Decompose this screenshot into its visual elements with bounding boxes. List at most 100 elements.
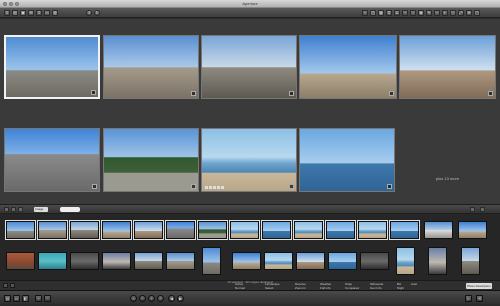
rating-down-icon[interactable]: − <box>139 295 146 302</box>
photo-brick-apartments[interactable] <box>103 35 199 99</box>
browser-toolbar: Image Date <box>0 205 500 216</box>
thumbnail[interactable] <box>5 220 36 240</box>
thumbnail[interactable] <box>389 220 420 240</box>
book-icon[interactable]: ▥ <box>52 10 58 16</box>
compare-icon[interactable]: ◫ <box>370 10 376 16</box>
photo-bus-at-park[interactable] <box>103 128 199 192</box>
grid-view-icon[interactable] <box>4 207 9 212</box>
photo-pier-at-sea[interactable] <box>201 128 297 192</box>
browser-options-icon[interactable] <box>480 207 485 212</box>
thumbnail[interactable] <box>458 221 487 239</box>
thumbnail[interactable] <box>424 221 453 239</box>
retouch-icon[interactable]: ✎ <box>426 10 432 16</box>
thumbnail[interactable] <box>202 247 221 275</box>
toolbar-right-group: ○ ◫ ▦ ⌗ ∠ ↑ ↓ ◉ ✎ ◌ ◐ ⓘ ⤢ ⊕ ▢ <box>362 10 480 16</box>
thumbnail[interactable] <box>165 220 196 240</box>
thumbnail[interactable] <box>134 252 163 270</box>
photo-tree-lined-road[interactable] <box>299 35 397 99</box>
next-icon[interactable]: ▶ <box>177 295 184 302</box>
print-icon[interactable]: ▭ <box>44 10 50 16</box>
thumbnail[interactable] <box>296 252 325 270</box>
photo-cafe-street-corner[interactable] <box>399 35 496 99</box>
viewer-pane: plus 13 more <box>0 19 500 205</box>
loupe-icon[interactable]: ○ <box>362 10 368 16</box>
add-icon[interactable]: + <box>35 295 42 302</box>
thumbnail[interactable] <box>293 220 324 240</box>
size-slider-icon[interactable] <box>470 207 475 212</box>
toolbar-rotate-group: ↺ ↻ <box>86 10 100 16</box>
inspect-icon[interactable]: ⓘ <box>450 10 456 16</box>
new-project-icon[interactable]: ▤ <box>12 10 18 16</box>
thumbnail[interactable] <box>396 247 415 275</box>
filmstrip-view-icon[interactable] <box>18 207 23 212</box>
badge-icon <box>191 184 196 189</box>
thumbnail[interactable] <box>133 220 164 240</box>
photo-pool-building[interactable] <box>4 35 100 99</box>
adjust-icon[interactable]: ◐ <box>442 10 448 16</box>
status-bar: 13 selected · 42 images displayed Active… <box>0 280 500 290</box>
light-table-icon[interactable]: ▢ <box>474 10 480 16</box>
select-icon[interactable]: ✓ <box>157 295 164 302</box>
rotate-left-icon[interactable]: ↺ <box>86 10 92 16</box>
new-album-icon[interactable]: ▣ <box>20 10 26 16</box>
crop-icon[interactable]: ⌗ <box>386 10 392 16</box>
thumbnail[interactable] <box>101 220 132 240</box>
badge-icon <box>191 91 196 96</box>
thumbnail[interactable] <box>102 252 131 270</box>
photo-beach-shore[interactable] <box>299 128 395 192</box>
browser-pane <box>0 214 500 280</box>
thumbnail[interactable] <box>325 220 356 240</box>
photo-bare-tree-street[interactable] <box>201 35 297 99</box>
badge-icon <box>91 90 96 95</box>
stamp-icon[interactable]: ↓ <box>410 10 416 16</box>
redeye-icon[interactable]: ◉ <box>418 10 424 16</box>
thumbnail[interactable] <box>360 252 389 270</box>
badge-icon <box>387 184 392 189</box>
search-input[interactable] <box>60 207 80 212</box>
remove-icon[interactable]: − <box>44 295 51 302</box>
loop-icon[interactable]: ⟲ <box>476 295 483 302</box>
thumbnail[interactable] <box>261 220 292 240</box>
thumbnail[interactable] <box>69 220 100 240</box>
thumbnail[interactable] <box>328 252 357 270</box>
thumbnail[interactable] <box>357 220 388 240</box>
sort-select[interactable]: Image Date <box>34 207 48 216</box>
previous-icon[interactable]: ◀ <box>168 295 175 302</box>
badge-icon <box>289 184 294 189</box>
zoom-icon[interactable]: ⊕ <box>466 10 472 16</box>
thumbnail[interactable] <box>229 220 260 240</box>
thumbnail[interactable] <box>428 247 447 275</box>
rating-stars <box>205 186 224 189</box>
straighten-icon[interactable]: ∠ <box>394 10 400 16</box>
spot-patch-icon[interactable]: ◌ <box>434 10 440 16</box>
rotate-right-icon[interactable]: ↻ <box>94 10 100 16</box>
thumbnail[interactable] <box>264 252 293 270</box>
list-view-icon[interactable] <box>11 207 16 212</box>
thumbnail[interactable] <box>70 252 99 270</box>
metadata-field[interactable]: Photo Description <box>466 283 492 289</box>
preset-button[interactable]: Auto <box>411 282 417 286</box>
thumbnail[interactable] <box>232 252 261 270</box>
thumbnail[interactable] <box>37 220 68 240</box>
main-toolbar: ↧ ▤ ▣ ✉ ↥ ▭ ▥ ↺ ↻ ○ ◫ ▦ ⌗ ∠ ↑ ↓ ◉ ✎ ◌ ◐ … <box>0 8 500 18</box>
thumbnail[interactable] <box>38 252 67 270</box>
stack-icon[interactable]: ▦ <box>378 10 384 16</box>
photo-stone-arch[interactable] <box>4 128 100 192</box>
badge-icon <box>488 91 493 96</box>
show-browser-icon[interactable]: ▤ <box>4 295 11 302</box>
thumbnail[interactable] <box>166 252 195 270</box>
thumbnail[interactable] <box>197 220 228 240</box>
full-screen-icon[interactable]: ⤢ <box>458 10 464 16</box>
show-inspector-icon[interactable]: ◧ <box>22 295 29 302</box>
title-bar: Aperture <box>0 0 500 8</box>
rating-up-icon[interactable]: + <box>148 295 155 302</box>
show-viewer-icon[interactable]: ▭ <box>13 295 20 302</box>
email-icon[interactable]: ✉ <box>28 10 34 16</box>
import-icon[interactable]: ↧ <box>4 10 10 16</box>
lift-icon[interactable]: ↑ <box>402 10 408 16</box>
reject-icon[interactable]: × <box>130 295 137 302</box>
play-icon[interactable]: ▷ <box>465 295 472 302</box>
thumbnail[interactable] <box>6 252 35 270</box>
thumbnail[interactable] <box>461 247 480 275</box>
export-icon[interactable]: ↥ <box>36 10 42 16</box>
